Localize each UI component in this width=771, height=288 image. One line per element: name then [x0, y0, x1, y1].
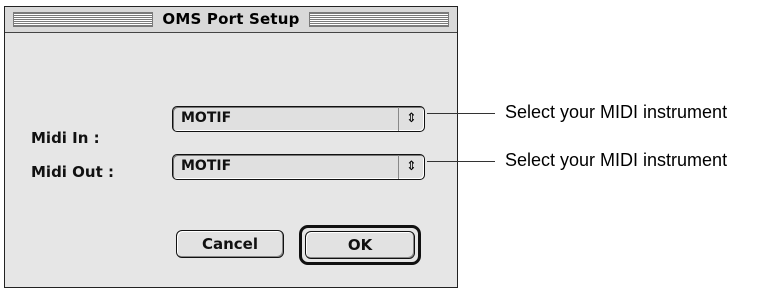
cancel-button[interactable]: Cancel — [176, 230, 284, 258]
midi-out-label: Midi Out : — [31, 163, 114, 181]
midi-out-value: MOTIF — [181, 158, 232, 174]
ok-button[interactable]: OK — [305, 231, 415, 259]
midi-in-callout-text: Select your MIDI instrument — [505, 102, 728, 122]
up-down-arrows-icon: ⇕ — [398, 107, 424, 131]
midi-in-value: MOTIF — [181, 110, 232, 126]
midi-in-popup[interactable]: MOTIF ⇕ — [172, 106, 425, 132]
midi-out-callout-line — [427, 161, 495, 162]
title-bar[interactable]: OMS Port Setup — [5, 7, 457, 33]
midi-out-callout-text: Select your MIDI instrument — [505, 150, 728, 170]
dialog-title: OMS Port Setup — [158, 10, 304, 28]
ok-default-ring: OK — [299, 225, 421, 265]
oms-port-setup-dialog: OMS Port Setup Midi In : MOTIF ⇕ Midi Ou… — [4, 6, 458, 288]
up-down-arrows-icon: ⇕ — [398, 155, 424, 179]
midi-in-callout-line — [427, 113, 495, 114]
midi-in-label: Midi In : — [31, 129, 100, 147]
midi-out-popup[interactable]: MOTIF ⇕ — [172, 154, 425, 180]
